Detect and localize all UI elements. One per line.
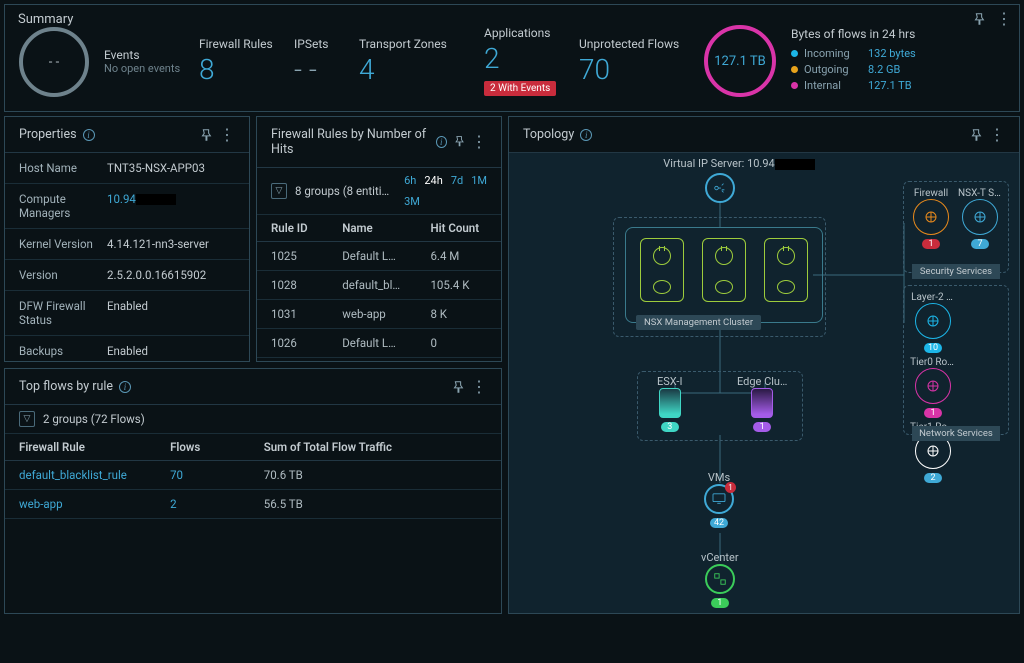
property-row: Kernel Version 4.14.121-nn3-server [5,229,249,260]
filter-text: 8 groups (8 entiti… [295,184,389,198]
flow-bytes-ring: 127.1 TB [704,25,776,97]
property-row: Backups Enabled [5,336,249,361]
edge-node[interactable]: Edge Clu… 1 [737,375,787,432]
top-flows-table: Firewall RuleFlowsSum of Total Flow Traf… [5,434,501,519]
info-icon[interactable]: i [436,136,447,148]
legend-row: Incoming 132 bytes [791,47,916,60]
vip-label: Virtual IP Server: 10.94 [639,157,839,170]
summary-title: Summary [18,12,73,27]
info-icon[interactable]: i [83,129,95,141]
time-range-tabs[interactable]: 6h 24h 7d 1M 3M [404,174,487,208]
pin-icon[interactable] [972,12,986,26]
property-row: Compute Managers 10.94 [5,184,249,229]
ipsets-stat[interactable]: IPSets - - [294,37,344,86]
legend-dot [791,66,798,73]
pin-icon[interactable] [199,128,213,142]
legend-dot [791,50,798,57]
vms-node[interactable]: VMs 1 42 [704,471,734,528]
service-node[interactable]: Firewall 1 [910,188,952,249]
vcenter-node[interactable]: vCenter 1 [701,551,739,608]
legend-row: Internal 127.1 TB [791,79,916,92]
flow-legend: Bytes of flows in 24 hrs Incoming 132 by… [791,27,916,95]
transport-zones-stat[interactable]: Transport Zones 4 [359,37,469,86]
more-icon[interactable]: ⋮ [989,130,1005,140]
table-row[interactable]: 1031web-app8 K [257,300,501,329]
table-row[interactable]: 1025Default LR La…6.4 M [257,242,501,271]
more-icon[interactable]: ⋮ [471,382,487,392]
legend-row: Outgoing 8.2 GB [791,63,916,76]
network-services-box: Layer-2 … 10 Tier0 Ro… 1 Tier1 Rou… 2 Ne… [903,285,1009,435]
events-stat: Events No open events [104,48,184,75]
pin-icon[interactable] [451,380,465,394]
unprotected-flows-stat[interactable]: Unprotected Flows 70 [579,37,689,86]
properties-panel: Properties i ⋮ Host Name TNT35-NSX-APP03… [4,116,250,362]
time-tab[interactable]: 24h [424,174,442,187]
table-row[interactable]: web-app 2 56.5 TB [5,490,501,519]
firewall-hits-table: Rule IDNameHit Count1025Default LR La…6.… [257,215,501,361]
topology-canvas[interactable]: Virtual IP Server: 10.94 NSX Management … [509,153,1019,613]
applications-stat[interactable]: Applications 2 2 With Events [484,26,564,96]
filter-text: 2 groups (72 Flows) [43,412,145,426]
property-row: Version 2.5.2.0.0.16615902 [5,260,249,291]
top-flows-panel: Top flows by rule i ⋮ ▽ 2 groups (72 Flo… [4,368,502,614]
filter-icon[interactable]: ▽ [271,183,287,199]
time-tab[interactable]: 3M [404,195,420,208]
vip-node[interactable] [705,173,735,205]
table-row[interactable]: 1026Default LR La…0 [257,329,501,358]
filter-icon[interactable]: ▽ [19,411,35,427]
time-tab[interactable]: 1M [471,174,487,187]
service-node[interactable]: Layer-2 … 10 [910,292,956,353]
esx-node[interactable]: ESX-I 3 [657,375,682,432]
cluster-label: NSX Management Cluster [636,315,761,330]
more-icon[interactable]: ⋮ [471,137,487,147]
time-tab[interactable]: 7d [451,174,463,187]
table-row[interactable]: 1028default_black…105.4 K [257,271,501,300]
pin-icon[interactable] [969,128,983,142]
pin-icon[interactable] [453,135,465,149]
service-node[interactable]: NSX-T Se… 7 [958,188,1002,249]
table-row[interactable]: default_blacklist_rule 70 70.6 TB [5,461,501,490]
more-icon[interactable]: ⋮ [219,130,235,140]
nsx-cluster[interactable]: NSX Management Cluster [625,227,823,323]
events-badge[interactable]: 2 With Events [484,81,556,96]
top-flows-title: Top flows by rule [19,379,113,394]
firewall-rules-stat[interactable]: Firewall Rules 8 [199,37,279,86]
topology-panel: Topology i ⋮ Virtual IP Server: 10.94 [508,116,1020,614]
info-icon[interactable]: i [119,381,131,393]
properties-title: Properties [19,127,77,142]
property-row: Host Name TNT35-NSX-APP03 [5,153,249,184]
more-icon[interactable]: ⋮ [996,14,1012,24]
firewall-hits-panel: Firewall Rules by Number of Hits i ⋮ ▽ 8… [256,116,502,362]
firewall-hits-title: Firewall Rules by Number of Hits [271,127,430,157]
property-row: DFW Firewall Status Enabled [5,291,249,336]
service-node[interactable]: Tier0 Ro… 1 [910,357,956,418]
events-gauge: - - [19,27,89,97]
topology-title: Topology [523,127,574,142]
table-row[interactable]: 1027r10 [257,358,501,362]
security-services-box: Firewall 1 NSX-T Se… 7 Security Services [903,181,1009,273]
time-tab[interactable]: 6h [404,174,416,187]
legend-dot [791,82,798,89]
info-icon[interactable]: i [580,129,592,141]
